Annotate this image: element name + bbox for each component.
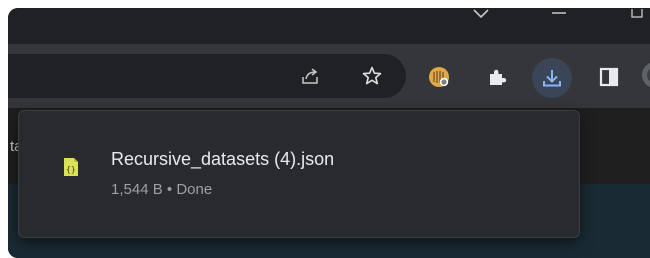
json-file-icon: {} — [63, 157, 79, 182]
minimize-icon[interactable] — [548, 8, 570, 20]
extension-avatar-icon[interactable] — [426, 64, 452, 90]
restore-icon[interactable] — [626, 8, 648, 22]
toolbar — [8, 44, 650, 108]
title-bar — [8, 8, 650, 44]
address-bar[interactable] — [8, 54, 406, 98]
download-size: 1,544 B — [111, 181, 163, 198]
chevron-down-icon[interactable] — [470, 8, 492, 20]
status-separator: • — [166, 181, 173, 198]
download-state: Done — [176, 181, 213, 198]
download-icon[interactable] — [532, 58, 572, 98]
share-icon[interactable] — [298, 64, 322, 88]
browser-window: ta {} Recursive_datasets (4).json 1,544 … — [8, 8, 650, 258]
download-bubble: {} Recursive_datasets (4).json 1,544 B •… — [18, 110, 580, 238]
profile-icon[interactable] — [640, 60, 650, 90]
download-filename[interactable]: Recursive_datasets (4).json — [111, 149, 334, 170]
extensions-puzzle-icon[interactable] — [484, 64, 510, 90]
svg-text:{}: {} — [66, 165, 76, 174]
side-panel-icon[interactable] — [596, 64, 622, 90]
bookmark-star-icon[interactable] — [360, 64, 384, 88]
download-status: 1,544 B • Done — [111, 181, 212, 198]
